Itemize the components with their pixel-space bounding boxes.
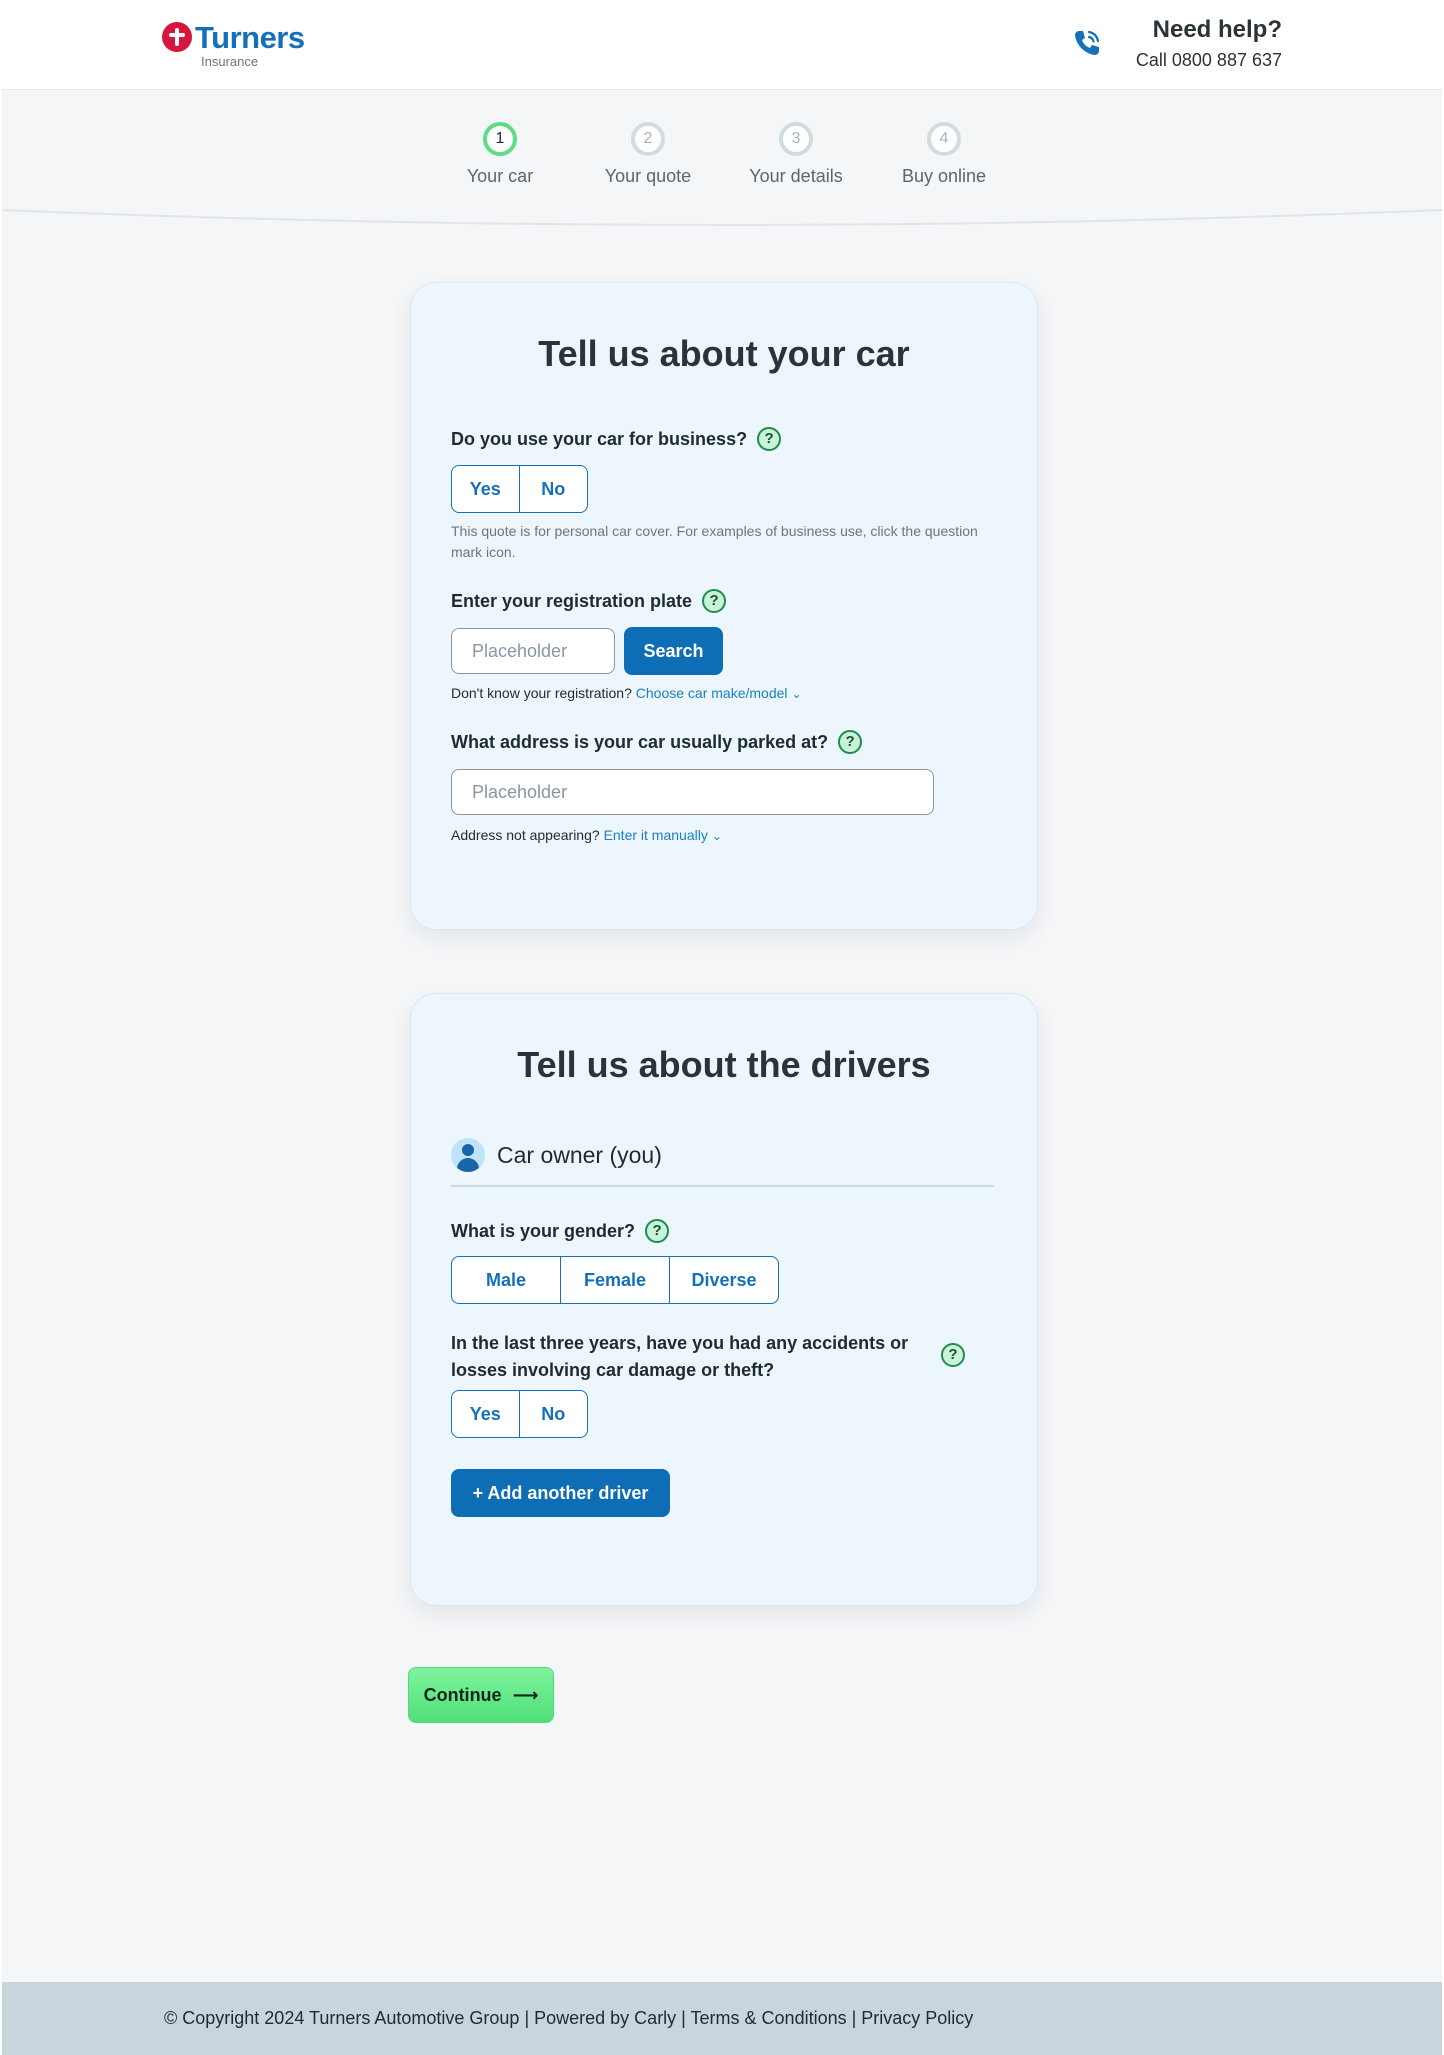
- page: Turners Insurance Need help? Call 0800 8…: [2, 0, 1442, 2055]
- accidents-no-button[interactable]: No: [520, 1391, 588, 1437]
- help-phone-number[interactable]: Call 0800 887 637: [1136, 50, 1282, 71]
- drivers-card: Tell us about the drivers Car owner (you…: [410, 993, 1038, 1606]
- car-details-card: Tell us about your car Do you use your c…: [410, 282, 1038, 930]
- rego-question-label: Enter your registration plate: [451, 590, 693, 611]
- rego-question: Enter your registration plate ?: [451, 589, 727, 613]
- help-title: Need help?: [1152, 16, 1282, 43]
- footer-copyright-links: © Copyright 2024 Turners Automotive Grou…: [164, 2008, 974, 2028]
- owner-divider: [451, 1185, 994, 1187]
- address-question: What address is your car usually parked …: [451, 730, 863, 754]
- continue-button[interactable]: Continue ⟶: [408, 1667, 554, 1723]
- address-question-label: What address is your car usually parked …: [451, 731, 829, 752]
- site-footer: © Copyright 2024 Turners Automotive Grou…: [2, 1982, 1442, 2055]
- enter-manually-link[interactable]: Enter it manually: [604, 827, 708, 843]
- accidents-toggle: Yes No: [451, 1390, 588, 1438]
- step-number-circle: 2: [631, 122, 665, 156]
- rego-help-prefix: Don't know your registration?: [451, 685, 632, 701]
- search-button[interactable]: Search: [624, 627, 723, 675]
- step-number-circle: 3: [779, 122, 813, 156]
- question-mark-icon[interactable]: ?: [645, 1219, 670, 1243]
- step-buy-online: 4 Buy online: [869, 122, 1019, 187]
- accidents-question-label: In the last three years, have you had an…: [451, 1333, 909, 1380]
- step-number-circle: 4: [927, 122, 961, 156]
- choose-make-model-link[interactable]: Choose car make/model: [636, 685, 788, 701]
- registration-plate-input[interactable]: Placeholder: [451, 628, 615, 674]
- car-owner-label: Car owner (you): [497, 1142, 662, 1168]
- address-help: Address not appearing? Enter it manually…: [451, 827, 722, 843]
- accidents-yes-button[interactable]: Yes: [452, 1391, 520, 1437]
- step-label: Your quote: [604, 166, 692, 186]
- step-label: Buy online: [901, 166, 987, 186]
- question-mark-icon[interactable]: ?: [702, 589, 727, 613]
- gender-toggle: Male Female Diverse: [451, 1256, 779, 1304]
- step-label: Your details: [749, 166, 843, 186]
- phone-icon: [1075, 30, 1100, 55]
- car-card-title: Tell us about your car: [538, 333, 910, 374]
- business-question: Do you use your car for business? ?: [451, 427, 782, 451]
- step-your-details: 3 Your details: [721, 122, 871, 187]
- rego-help: Don't know your registration? Choose car…: [451, 685, 802, 701]
- business-use-toggle: Yes No: [451, 465, 588, 513]
- chevron-down-icon[interactable]: ⌄: [792, 687, 802, 701]
- business-question-label: Do you use your car for business?: [451, 428, 748, 449]
- add-driver-button[interactable]: + Add another driver: [451, 1469, 670, 1517]
- continue-label: Continue: [423, 1685, 502, 1705]
- business-no-button[interactable]: No: [520, 466, 588, 512]
- gender-female-button[interactable]: Female: [561, 1257, 670, 1303]
- business-hint: This quote is for personal car cover. Fo…: [451, 523, 978, 560]
- chevron-down-icon[interactable]: ⌄: [712, 829, 722, 843]
- turners-logo[interactable]: Turners Insurance: [162, 20, 322, 70]
- address-help-prefix: Address not appearing?: [451, 827, 600, 843]
- logo-subtext: Insurance: [201, 54, 259, 69]
- gender-question: What is your gender? ?: [451, 1219, 670, 1243]
- stepper-curve-divider: [2, 209, 1442, 226]
- avatar-icon: [451, 1138, 485, 1172]
- drivers-card-title: Tell us about the drivers: [517, 1044, 931, 1085]
- site-header: Turners Insurance Need help? Call 0800 8…: [2, 0, 1442, 90]
- gender-diverse-button[interactable]: Diverse: [670, 1257, 778, 1303]
- help-contact: Need help? Call 0800 887 637: [1136, 16, 1282, 71]
- address-input[interactable]: Placeholder: [451, 769, 934, 815]
- gender-male-button[interactable]: Male: [452, 1257, 561, 1303]
- turners-logo-icon: [162, 22, 192, 52]
- arrow-right-icon: ⟶: [512, 1685, 539, 1705]
- step-your-quote: 2 Your quote: [573, 122, 723, 187]
- logo-text: Turners: [195, 20, 305, 55]
- question-mark-icon[interactable]: ?: [838, 730, 863, 754]
- step-label: Your car: [466, 166, 534, 186]
- step-your-car: 1 Your car: [425, 122, 575, 187]
- question-mark-icon[interactable]: ?: [941, 1343, 965, 1367]
- business-yes-button[interactable]: Yes: [452, 466, 520, 512]
- gender-question-label: What is your gender?: [451, 1220, 636, 1241]
- question-mark-icon[interactable]: ?: [757, 427, 782, 451]
- step-number-circle: 1: [483, 122, 517, 156]
